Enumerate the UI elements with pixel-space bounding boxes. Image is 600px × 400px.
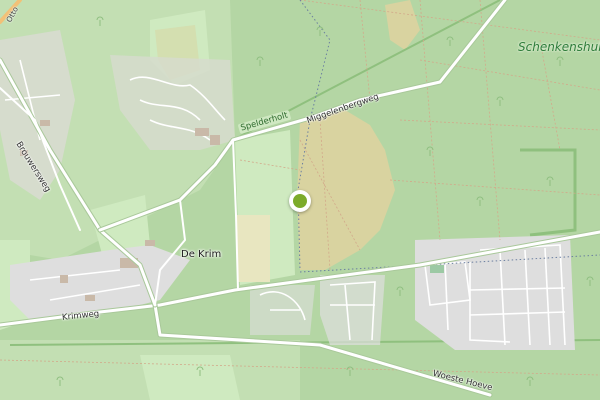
map-canvas[interactable]: Schenkenshul De Krim Krimweg Brouwersweg… bbox=[0, 0, 600, 400]
heath-area bbox=[236, 215, 270, 282]
meadow-area bbox=[140, 355, 240, 400]
location-marker-icon[interactable] bbox=[289, 190, 311, 212]
location-marker-dot bbox=[293, 194, 307, 208]
